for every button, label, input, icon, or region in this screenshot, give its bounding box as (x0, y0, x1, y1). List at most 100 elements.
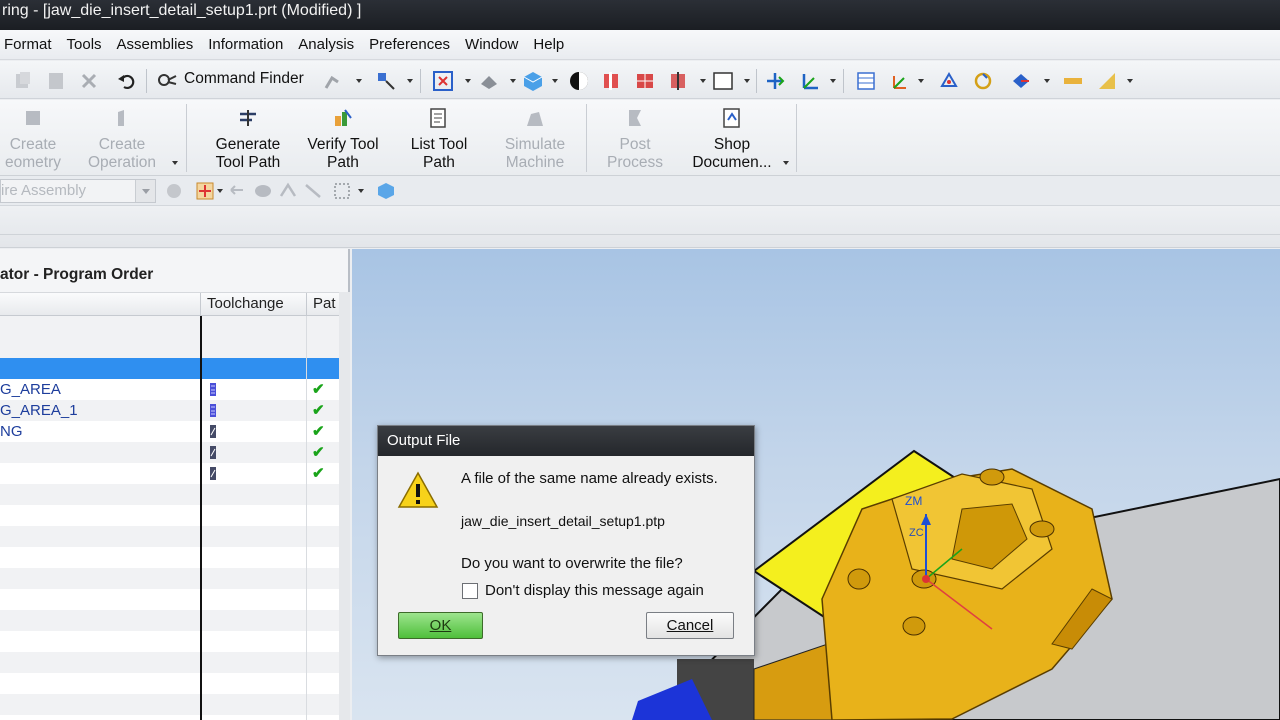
select-body-icon[interactable] (253, 181, 273, 201)
tool-icon (210, 446, 216, 459)
triad-zm-label: ZM (905, 494, 922, 508)
undo-selection-icon[interactable] (228, 181, 246, 199)
orient-wcs-icon[interactable] (938, 70, 960, 92)
table-row (0, 652, 339, 673)
table-row (0, 484, 339, 505)
fit-view-icon[interactable] (432, 70, 454, 92)
dialog-question: Do you want to overwrite the file? (461, 555, 683, 572)
cancel-button-label: Cancel (666, 617, 714, 634)
menu-tools[interactable]: Tools (67, 36, 102, 53)
assembly-tool-icon[interactable] (322, 70, 344, 92)
wcs-icon[interactable] (888, 70, 910, 92)
create-operation-dropdown[interactable] (172, 161, 178, 165)
table-row (0, 526, 339, 547)
snap-icon[interactable] (195, 181, 215, 201)
verify-tool-path-label: Verify Tool Path (307, 136, 379, 171)
tool-icon (210, 383, 216, 396)
cancel-button[interactable]: Cancel (646, 612, 734, 639)
manufacturing-ribbon: Create eometry Create Operation Generate… (0, 100, 1280, 176)
create-operation-icon (118, 110, 124, 126)
shop-documentation-button[interactable]: Shop Documen... (684, 106, 780, 172)
table-row[interactable]: G_AREA_1 ✔ (0, 400, 339, 421)
shop-documentation-dropdown[interactable] (783, 161, 789, 165)
table-row[interactable] (0, 358, 339, 379)
select-curve-icon[interactable] (303, 181, 323, 201)
menu-preferences[interactable]: Preferences (369, 36, 450, 53)
verify-tool-path-button[interactable]: Verify Tool Path (298, 106, 388, 172)
generate-tool-path-icon (240, 110, 256, 126)
tool-icon (210, 425, 216, 438)
table-row (0, 673, 339, 694)
ok-button[interactable]: OK (398, 612, 483, 639)
operation-navigator-panel: ator - Program Order Toolchange Pat G_AR… (0, 249, 350, 720)
create-geometry-button[interactable]: Create eometry (0, 106, 66, 172)
snap-point-icon[interactable] (1010, 70, 1032, 92)
post-process-icon (629, 110, 641, 126)
simulate-machine-button[interactable]: Simulate Machine (498, 106, 572, 172)
ruler-icon[interactable] (1062, 70, 1084, 92)
create-operation-label: Create Operation (87, 136, 157, 171)
table-row (0, 547, 339, 568)
shaded-cube-icon[interactable] (522, 70, 544, 92)
measure-icon[interactable] (1096, 70, 1118, 92)
select-feature-icon[interactable] (278, 181, 298, 201)
copy-icon[interactable] (12, 70, 34, 92)
dont-display-checkbox-label[interactable]: Don't display this message again (485, 582, 704, 599)
assembly-scope-select[interactable]: ire Assembly (0, 179, 156, 203)
menu-assemblies[interactable]: Assemblies (117, 36, 194, 53)
table-row[interactable]: G_AREA ✔ (0, 379, 339, 400)
post-process-label: Post Process (607, 136, 663, 171)
tool-icon (210, 404, 216, 417)
menu-window[interactable]: Window (465, 36, 518, 53)
edit-section-icon[interactable] (667, 70, 689, 92)
view-cube-icon[interactable] (376, 181, 396, 201)
section-view-icon[interactable] (600, 70, 622, 92)
dialog-message: A file of the same name already exists. (461, 470, 718, 487)
undo-icon[interactable] (116, 70, 138, 92)
toolchange-column-header[interactable]: Toolchange (200, 293, 306, 316)
menu-information[interactable]: Information (208, 36, 283, 53)
list-tool-path-button[interactable]: List Tool Path (400, 106, 478, 172)
select-filter-icon[interactable] (375, 70, 397, 92)
filter-icon[interactable] (164, 181, 184, 201)
create-operation-button[interactable]: Create Operation (80, 106, 164, 172)
rotate-wcs-icon[interactable] (972, 70, 994, 92)
rectangle-select-icon[interactable] (332, 181, 352, 201)
menu-format[interactable]: Format (4, 36, 52, 53)
background-icon[interactable] (712, 70, 734, 92)
paste-icon[interactable] (45, 70, 67, 92)
orient-view-icon[interactable] (478, 70, 500, 92)
table-row[interactable]: NG ✔ (0, 421, 339, 442)
table-row[interactable]: ✔ (0, 442, 339, 463)
output-file-dialog: Output File A file of the same name alre… (377, 425, 755, 656)
move-component-icon[interactable] (764, 70, 786, 92)
dont-display-checkbox[interactable] (462, 583, 478, 599)
layer-settings-icon[interactable] (855, 70, 877, 92)
path-column-header[interactable]: Pat (306, 293, 339, 316)
simulate-machine-icon (527, 112, 543, 126)
shop-documentation-label: Shop Documen... (692, 136, 772, 171)
table-row[interactable] (0, 337, 339, 358)
navigator-scrollbar[interactable] (339, 292, 350, 720)
generate-tool-path-button[interactable]: Generate Tool Path (206, 106, 290, 172)
table-row[interactable]: ✔ (0, 463, 339, 484)
delete-icon[interactable] (78, 70, 100, 92)
menu-help[interactable]: Help (533, 36, 564, 53)
create-geometry-label: Create eometry (5, 136, 61, 171)
dialog-title: Output File (378, 426, 754, 456)
clip-view-icon[interactable] (634, 70, 656, 92)
render-style-icon[interactable] (568, 70, 590, 92)
check-icon: ✔ (312, 402, 325, 419)
command-finder-icon[interactable] (156, 70, 178, 92)
operation-name: NG (0, 423, 23, 440)
csys-icon[interactable] (799, 70, 821, 92)
simulate-machine-label: Simulate Machine (504, 136, 566, 171)
command-finder-button[interactable]: Command Finder (184, 70, 304, 88)
chevron-down-icon[interactable] (135, 180, 155, 202)
menu-analysis[interactable]: Analysis (298, 36, 354, 53)
table-row (0, 505, 339, 526)
table-row (0, 568, 339, 589)
post-process-button[interactable]: Post Process (602, 106, 668, 172)
selection-toolbar: ire Assembly (0, 176, 1280, 206)
table-row[interactable] (0, 316, 339, 337)
